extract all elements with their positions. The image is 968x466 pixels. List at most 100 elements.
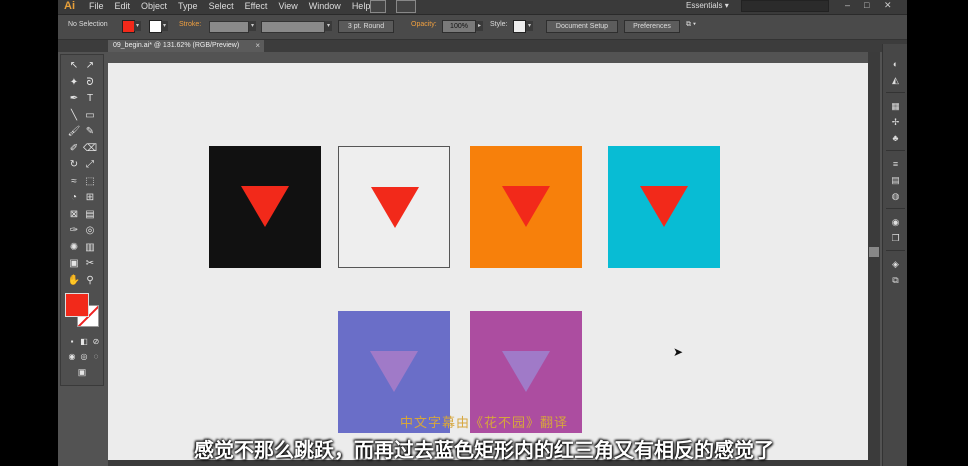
blend-icon[interactable]: ◎ xyxy=(83,224,97,238)
stroke-weight-dropdown[interactable]: ▾ xyxy=(249,21,256,31)
document-tab-title: 09_begin.ai* @ 131.62% (RGB/Preview) xyxy=(113,42,240,49)
transparency-panel-icon[interactable]: ◍ xyxy=(889,190,902,202)
minimize-icon[interactable]: – xyxy=(845,0,850,10)
scale-icon[interactable]: ⤢ xyxy=(83,158,97,172)
orange-square[interactable] xyxy=(470,146,582,268)
paintbrush-icon[interactable]: 🖌 xyxy=(67,125,81,139)
stroke-label[interactable]: Stroke: xyxy=(179,21,201,28)
variable-width-dropdown[interactable]: ▾ xyxy=(325,21,332,31)
hand-icon[interactable]: ✋ xyxy=(67,274,81,288)
scroll-thumb[interactable] xyxy=(869,247,879,257)
menu-select[interactable]: Select xyxy=(209,1,234,11)
rectangle-icon[interactable]: ▭ xyxy=(83,109,97,123)
close-tab-icon[interactable]: × xyxy=(255,40,260,52)
stroke-weight-field[interactable] xyxy=(209,21,249,33)
triangle-shape[interactable] xyxy=(640,186,688,227)
gradient-icon[interactable]: ▤ xyxy=(83,208,97,222)
symbol-sprayer-icon[interactable]: ✺ xyxy=(67,241,81,255)
width-icon[interactable]: ≈ xyxy=(67,175,81,189)
type-icon[interactable]: T xyxy=(83,92,97,106)
selection-icon[interactable]: ↖ xyxy=(67,59,81,73)
white-square[interactable] xyxy=(338,146,450,268)
style-label: Style: xyxy=(490,21,508,28)
eyedropper-icon[interactable]: ✑ xyxy=(67,224,81,238)
mesh-icon[interactable]: ⊠ xyxy=(67,208,81,222)
appearance-panel-icon[interactable]: ◉ xyxy=(889,216,902,228)
workspace-switcher[interactable]: Essentials ▾ xyxy=(686,1,729,10)
color-guide-icon[interactable]: ◭ xyxy=(889,74,902,86)
preferences-button[interactable]: Preferences xyxy=(624,20,680,33)
stroke-panel-icon[interactable]: ≡ xyxy=(889,158,902,170)
none-mode-icon[interactable]: ⊘ xyxy=(89,335,103,349)
arrange-icon[interactable]: ⧉ ▾ xyxy=(686,21,696,29)
triangle-shape[interactable] xyxy=(370,351,418,392)
bridge-button[interactable] xyxy=(370,0,386,13)
brush-definition[interactable]: 3 pt. Round xyxy=(338,20,394,33)
menu-edit[interactable]: Edit xyxy=(115,1,131,11)
color-panel-icon[interactable]: ◐ xyxy=(889,58,902,70)
close-icon[interactable]: ✕ xyxy=(884,0,892,11)
artboards-panel-icon[interactable]: ⧉ xyxy=(889,274,902,286)
pencil-icon[interactable]: ✎ xyxy=(83,125,97,139)
style-swatch[interactable] xyxy=(513,20,526,33)
menu-effect[interactable]: Effect xyxy=(245,1,268,11)
artboard-canvas[interactable]: ➤ xyxy=(108,63,868,466)
direct-selection-icon[interactable]: ↗ xyxy=(83,59,97,73)
menu-window[interactable]: Window xyxy=(309,1,341,11)
illustrator-window: Ai File Edit Object Type Select Effect V… xyxy=(58,0,907,466)
subtitle-credit: 中文字幕由《花不园》翻译 xyxy=(399,415,568,430)
shape-builder-icon[interactable]: ◔ xyxy=(67,191,81,205)
graphic-styles-icon[interactable]: ❐ xyxy=(889,232,902,244)
control-bar: No Selection ▾ ▾ Stroke: ▾ ▾ 3 pt. Round… xyxy=(58,15,907,40)
perspective-icon[interactable]: ⊞ xyxy=(83,191,97,205)
preferences-label: Preferences xyxy=(633,23,671,30)
triangle-shape[interactable] xyxy=(371,187,419,228)
zoom-icon[interactable]: ⚲ xyxy=(83,274,97,288)
lasso-icon[interactable]: ᘐ xyxy=(83,76,97,90)
document-setup-button[interactable]: Document Setup xyxy=(546,20,618,33)
blob-brush-icon[interactable]: ✐ xyxy=(67,142,81,156)
free-transform-icon[interactable]: ⬚ xyxy=(83,175,97,189)
pen-icon[interactable]: ✒ xyxy=(67,92,81,106)
artboard-icon[interactable]: ▣ xyxy=(67,257,81,271)
menu-help[interactable]: Help xyxy=(352,1,371,11)
slice-icon[interactable]: ✂ xyxy=(83,257,97,271)
graph-icon[interactable]: ▥ xyxy=(83,241,97,255)
menu-type[interactable]: Type xyxy=(178,1,198,11)
magic-wand-icon[interactable]: ✦ xyxy=(67,76,81,90)
variable-width-field[interactable] xyxy=(261,21,325,33)
draw-inside-icon[interactable]: ◌ xyxy=(89,350,103,364)
cyan-square[interactable] xyxy=(608,146,720,268)
document-tab[interactable]: 09_begin.ai* @ 131.62% (RGB/Preview) × xyxy=(108,40,264,52)
stroke-dropdown[interactable]: ▾ xyxy=(161,21,168,31)
menu-file[interactable]: File xyxy=(89,1,104,11)
opacity-label[interactable]: Opacity: xyxy=(411,21,437,28)
triangle-shape[interactable] xyxy=(241,186,289,227)
eraser-icon[interactable]: ⌫ xyxy=(83,142,97,156)
arrange-documents-button[interactable] xyxy=(396,0,416,13)
black-square[interactable] xyxy=(209,146,321,268)
search-input[interactable] xyxy=(741,0,829,12)
menu-object[interactable]: Object xyxy=(141,1,167,11)
maximize-icon[interactable]: □ xyxy=(864,0,869,10)
subtitle-line: 感觉不那么跳跃，而再过去蓝色矩形内的红三角又有相反的感觉了 xyxy=(194,440,774,462)
chevron-down-icon: ▾ xyxy=(724,1,729,10)
style-dropdown[interactable]: ▾ xyxy=(526,21,533,31)
line-icon[interactable]: ╲ xyxy=(67,109,81,123)
symbols-icon[interactable]: ♣ xyxy=(889,132,902,144)
rotate-icon[interactable]: ↻ xyxy=(67,158,81,172)
brushes-icon[interactable]: ✢ xyxy=(889,116,902,128)
gradient-panel-icon[interactable]: ▤ xyxy=(889,174,902,186)
layers-panel-icon[interactable]: ◈ xyxy=(889,258,902,270)
fill-dropdown[interactable]: ▾ xyxy=(134,21,141,31)
screen-mode-icon[interactable]: ▣ xyxy=(75,365,89,379)
fill-color-box[interactable] xyxy=(65,293,89,317)
menu-view[interactable]: View xyxy=(278,1,297,11)
opacity-field[interactable]: 100% xyxy=(442,20,476,33)
menu-list: File Edit Object Type Select Effect View… xyxy=(89,1,370,11)
opacity-dropdown[interactable]: ▸ xyxy=(476,21,483,31)
swatches-icon[interactable]: ▦ xyxy=(889,100,902,112)
triangle-shape[interactable] xyxy=(502,186,550,227)
vertical-scrollbar[interactable] xyxy=(868,52,880,466)
triangle-shape[interactable] xyxy=(502,351,550,392)
